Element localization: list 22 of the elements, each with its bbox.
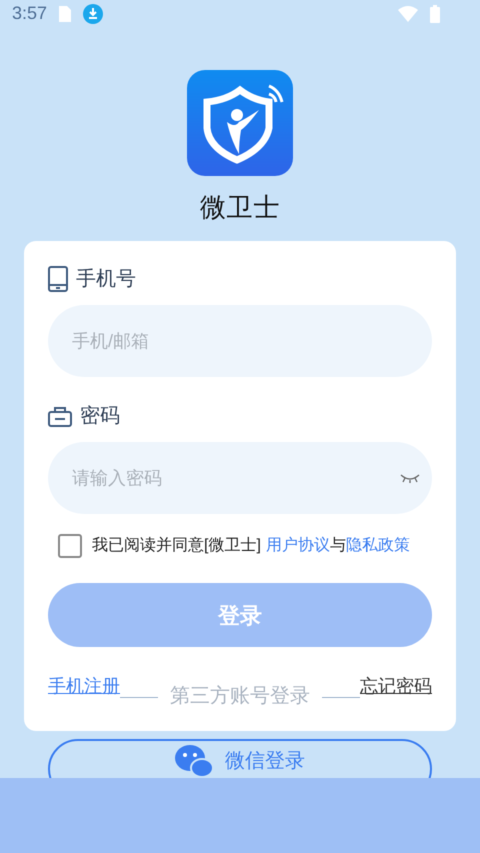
chat-bubbles-icon <box>175 745 213 777</box>
phone-icon <box>48 266 68 292</box>
phone-input-field[interactable]: 手机/邮箱 <box>48 305 432 377</box>
third-party-login-label: 第三方账号登录 <box>169 684 311 709</box>
app-name: 微卫士 <box>200 191 280 224</box>
privacy-policy-link[interactable]: 隐私政策 <box>346 534 410 558</box>
agreement-checkbox[interactable] <box>58 534 82 558</box>
phone-label: 手机号 <box>76 267 136 292</box>
wifi-icon <box>398 6 418 22</box>
closed-eye-icon[interactable] <box>400 473 420 483</box>
password-label: 密码 <box>80 404 120 429</box>
agreement-text: 我已阅读并同意[微卫士] <box>92 536 261 556</box>
forgot-password-link[interactable]: 忘记密码 <box>360 673 432 700</box>
joiner-text: 与 <box>330 536 346 556</box>
download-icon <box>83 4 104 24</box>
status-time: 3:57 <box>12 2 48 25</box>
battery-icon <box>430 4 440 22</box>
app-logo-icon <box>187 70 293 176</box>
user-agreement-link[interactable]: 用户协议 <box>266 534 330 558</box>
password-input-field[interactable]: 请输入密码 <box>48 442 432 514</box>
phone-register-link[interactable]: 手机注册 <box>48 673 120 700</box>
sim-card-icon <box>59 6 72 22</box>
